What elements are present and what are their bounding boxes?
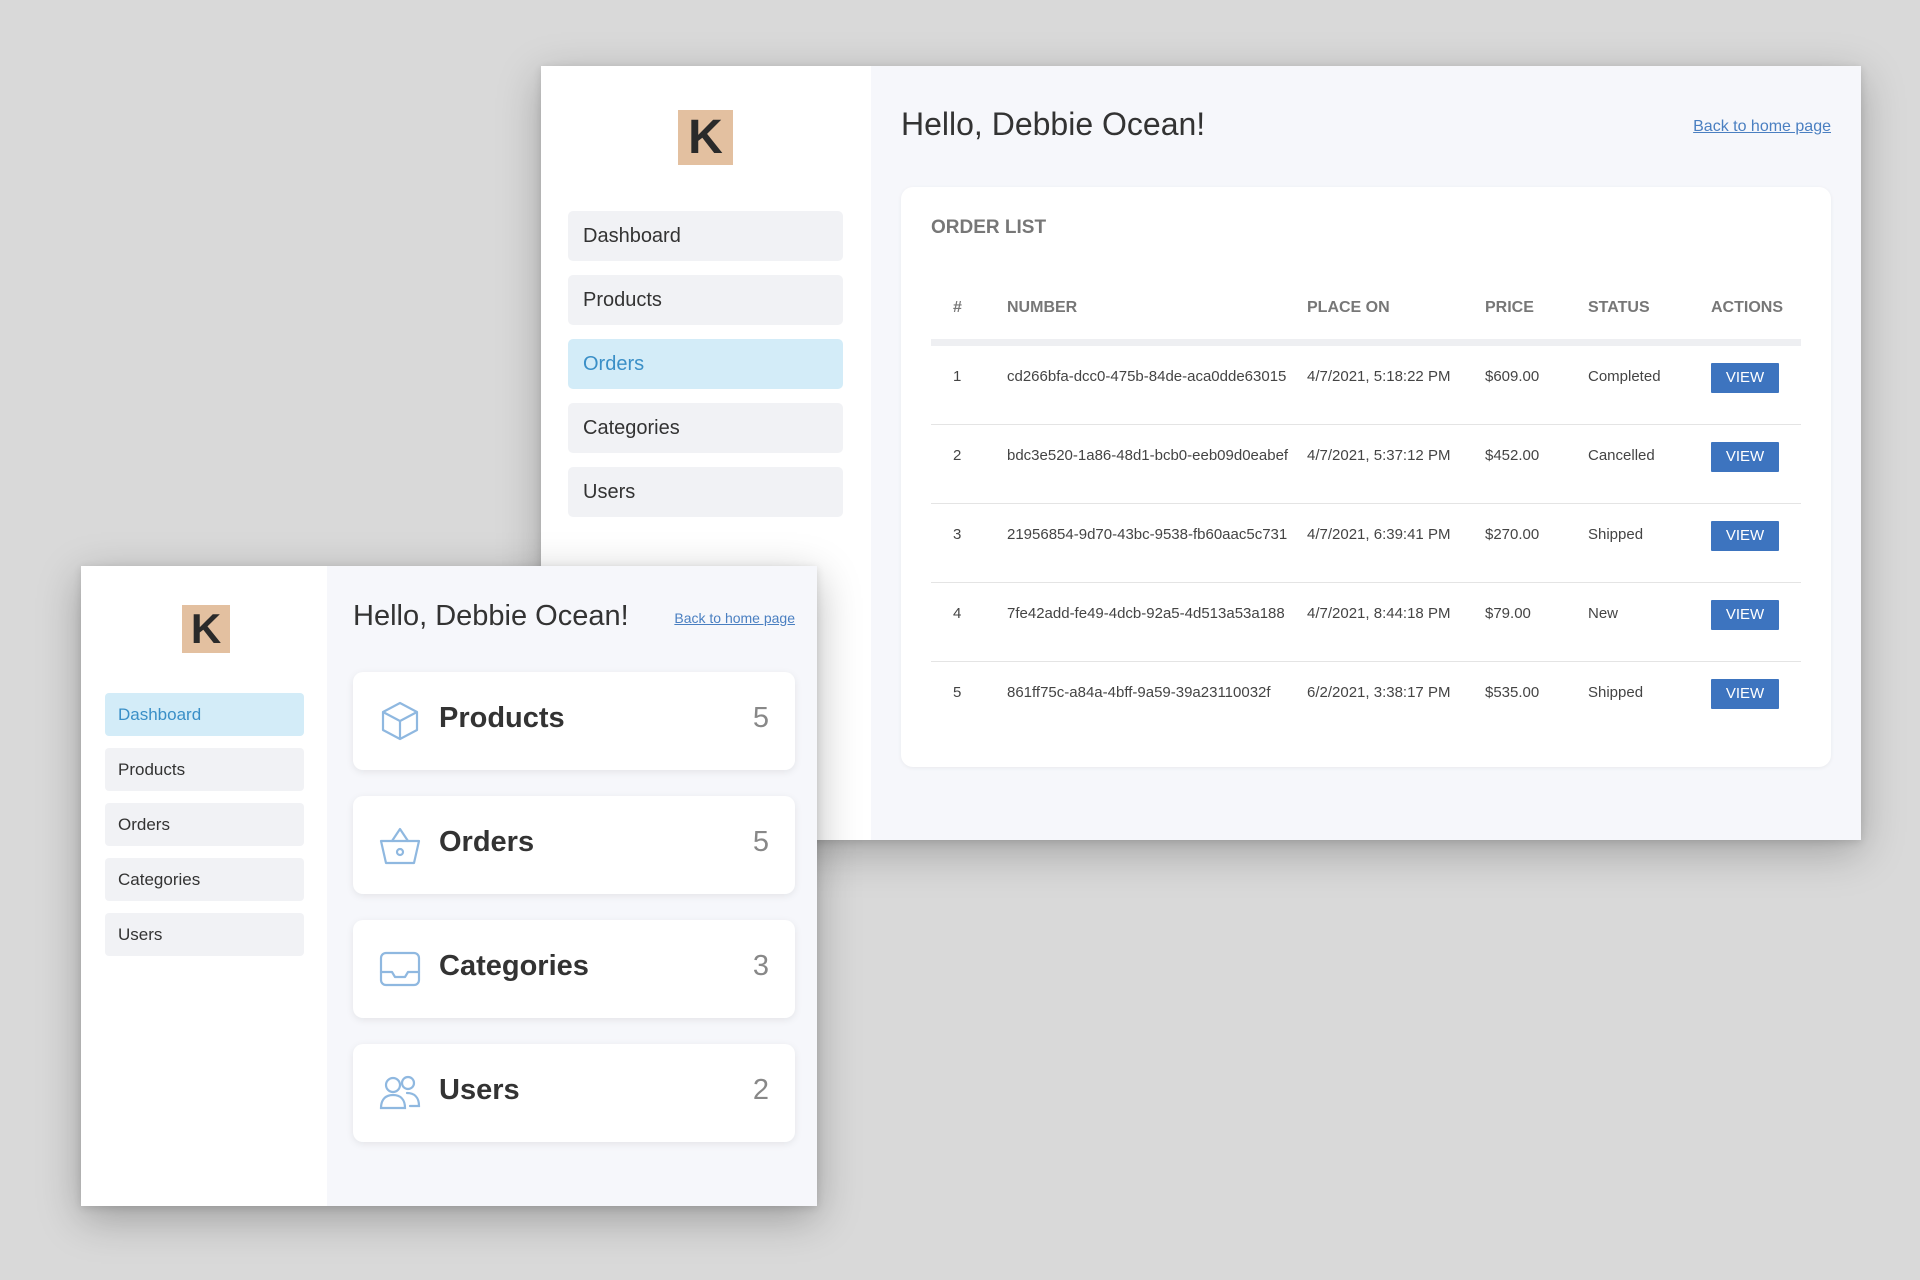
stat-card-categories[interactable]: Categories 3 <box>353 920 795 1018</box>
order-date: 6/2/2021, 3:38:17 PM <box>1307 684 1451 701</box>
row-index: 5 <box>953 684 962 701</box>
stat-label: Products <box>439 702 565 734</box>
stat-label: Users <box>439 1074 520 1106</box>
table-header-row: # NUMBER PLACE ON PRICE STATUS ACTIONS <box>931 277 1801 346</box>
actions-cell: VIEW <box>1711 662 1801 741</box>
back-to-home-link[interactable]: Back to home page <box>674 610 795 626</box>
view-button[interactable]: VIEW <box>1711 521 1779 551</box>
main-content: Hello, Debbie Ocean! Back to home page O… <box>871 66 1861 840</box>
logo[interactable]: K <box>182 605 230 653</box>
order-number: 21956854-9d70-43bc-9538-fb60aac5c731 <box>1007 503 1307 583</box>
actions-cell: VIEW <box>1711 424 1801 504</box>
view-button[interactable]: VIEW <box>1711 600 1779 630</box>
order-price: $79.00 <box>1485 582 1588 662</box>
order-number: bdc3e520-1a86-48d1-bcb0-eeb09d0eabef <box>1007 424 1307 504</box>
logo[interactable]: K <box>678 110 733 165</box>
stat-count: 2 <box>752 1074 769 1106</box>
sidebar-item-categories[interactable]: Categories <box>568 403 843 453</box>
column-header-place-on: PLACE ON <box>1307 277 1485 346</box>
order-status: Completed <box>1588 342 1711 425</box>
stat-card-products[interactable]: Products 5 <box>353 672 795 770</box>
sidebar-item-categories[interactable]: Categories <box>105 858 304 901</box>
stat-label: Categories <box>439 950 589 982</box>
stat-label: Orders <box>439 826 535 858</box>
column-header-number: NUMBER <box>1007 277 1307 346</box>
page-title: Hello, Debbie Ocean! <box>353 600 629 632</box>
view-button[interactable]: VIEW <box>1711 363 1779 393</box>
sidebar-nav: Dashboard Products Orders Categories Use… <box>105 693 304 968</box>
order-price: $535.00 <box>1485 684 1540 701</box>
users-icon <box>379 1075 421 1110</box>
stat-count: 5 <box>752 826 769 858</box>
order-status: Shipped <box>1588 684 1644 701</box>
row-index: 1 <box>931 342 1007 425</box>
sidebar-item-orders[interactable]: Orders <box>105 803 304 846</box>
table-row: 2 bdc3e520-1a86-48d1-bcb0-eeb09d0eabef 4… <box>931 424 1801 504</box>
row-index: 4 <box>931 582 1007 662</box>
column-header-actions: ACTIONS <box>1711 277 1801 346</box>
order-date: 4/7/2021, 6:39:41 PM <box>1307 503 1485 583</box>
view-button[interactable]: VIEW <box>1711 679 1779 709</box>
actions-cell: VIEW <box>1711 582 1801 662</box>
sidebar-item-products[interactable]: Products <box>568 275 843 325</box>
table-row: 4 7fe42add-fe49-4dcb-92a5-4d513a53a188 4… <box>931 582 1801 662</box>
stat-card-users[interactable]: Users 2 <box>353 1044 795 1142</box>
order-price: $609.00 <box>1485 342 1588 425</box>
order-number: 861ff75c-a84a-4bff-9a59-39a23110032f <box>1007 684 1271 701</box>
order-date: 4/7/2021, 5:18:22 PM <box>1307 342 1485 425</box>
sidebar-item-orders[interactable]: Orders <box>568 339 843 389</box>
order-status: Cancelled <box>1588 424 1711 504</box>
order-number: cd266bfa-dcc0-475b-84de-aca0dde63015 <box>1007 342 1307 425</box>
inbox-icon <box>379 951 421 987</box>
order-date: 4/7/2021, 8:44:18 PM <box>1307 582 1485 662</box>
order-status: New <box>1588 582 1711 662</box>
row-index: 2 <box>931 424 1007 504</box>
order-status: Shipped <box>1588 503 1711 583</box>
dashboard-window: K Dashboard Products Orders Categories U… <box>81 566 817 1206</box>
view-button[interactable]: VIEW <box>1711 442 1779 472</box>
sidebar-item-users[interactable]: Users <box>568 467 843 517</box>
back-to-home-link[interactable]: Back to home page <box>1693 118 1831 136</box>
card-title: ORDER LIST <box>931 217 1047 238</box>
sidebar: K Dashboard Products Orders Categories U… <box>81 566 327 1206</box>
column-header-price: PRICE <box>1485 277 1588 346</box>
table-row: 5 861ff75c-a84a-4bff-9a59-39a23110032f 6… <box>931 662 1801 741</box>
order-price: $270.00 <box>1485 503 1588 583</box>
stat-count: 3 <box>752 950 769 982</box>
order-number: 7fe42add-fe49-4dcb-92a5-4d513a53a188 <box>1007 582 1307 662</box>
row-index: 3 <box>931 503 1007 583</box>
order-date: 4/7/2021, 5:37:12 PM <box>1307 424 1485 504</box>
actions-cell: VIEW <box>1711 342 1801 425</box>
sidebar-item-dashboard[interactable]: Dashboard <box>568 211 843 261</box>
sidebar-nav: Dashboard Products Orders Categories Use… <box>568 211 843 531</box>
sidebar-item-products[interactable]: Products <box>105 748 304 791</box>
column-header-index: # <box>931 277 1007 346</box>
table-row: 1 cd266bfa-dcc0-475b-84de-aca0dde63015 4… <box>931 342 1801 425</box>
sidebar-item-users[interactable]: Users <box>105 913 304 956</box>
order-table: # NUMBER PLACE ON PRICE STATUS ACTIONS 1… <box>931 277 1801 740</box>
cube-icon <box>381 701 419 741</box>
stat-card-orders[interactable]: Orders 5 <box>353 796 795 894</box>
order-list-card: ORDER LIST # NUMBER PLACE ON PRICE STATU… <box>901 187 1831 767</box>
basket-icon <box>379 827 421 865</box>
page-title: Hello, Debbie Ocean! <box>901 106 1206 142</box>
column-header-status: STATUS <box>1588 277 1711 346</box>
table-row: 3 21956854-9d70-43bc-9538-fb60aac5c731 4… <box>931 503 1801 583</box>
order-price: $452.00 <box>1485 424 1588 504</box>
sidebar-item-dashboard[interactable]: Dashboard <box>105 693 304 736</box>
stat-count: 5 <box>752 702 769 734</box>
main-content: Hello, Debbie Ocean! Back to home page P… <box>327 566 817 1206</box>
actions-cell: VIEW <box>1711 503 1801 583</box>
